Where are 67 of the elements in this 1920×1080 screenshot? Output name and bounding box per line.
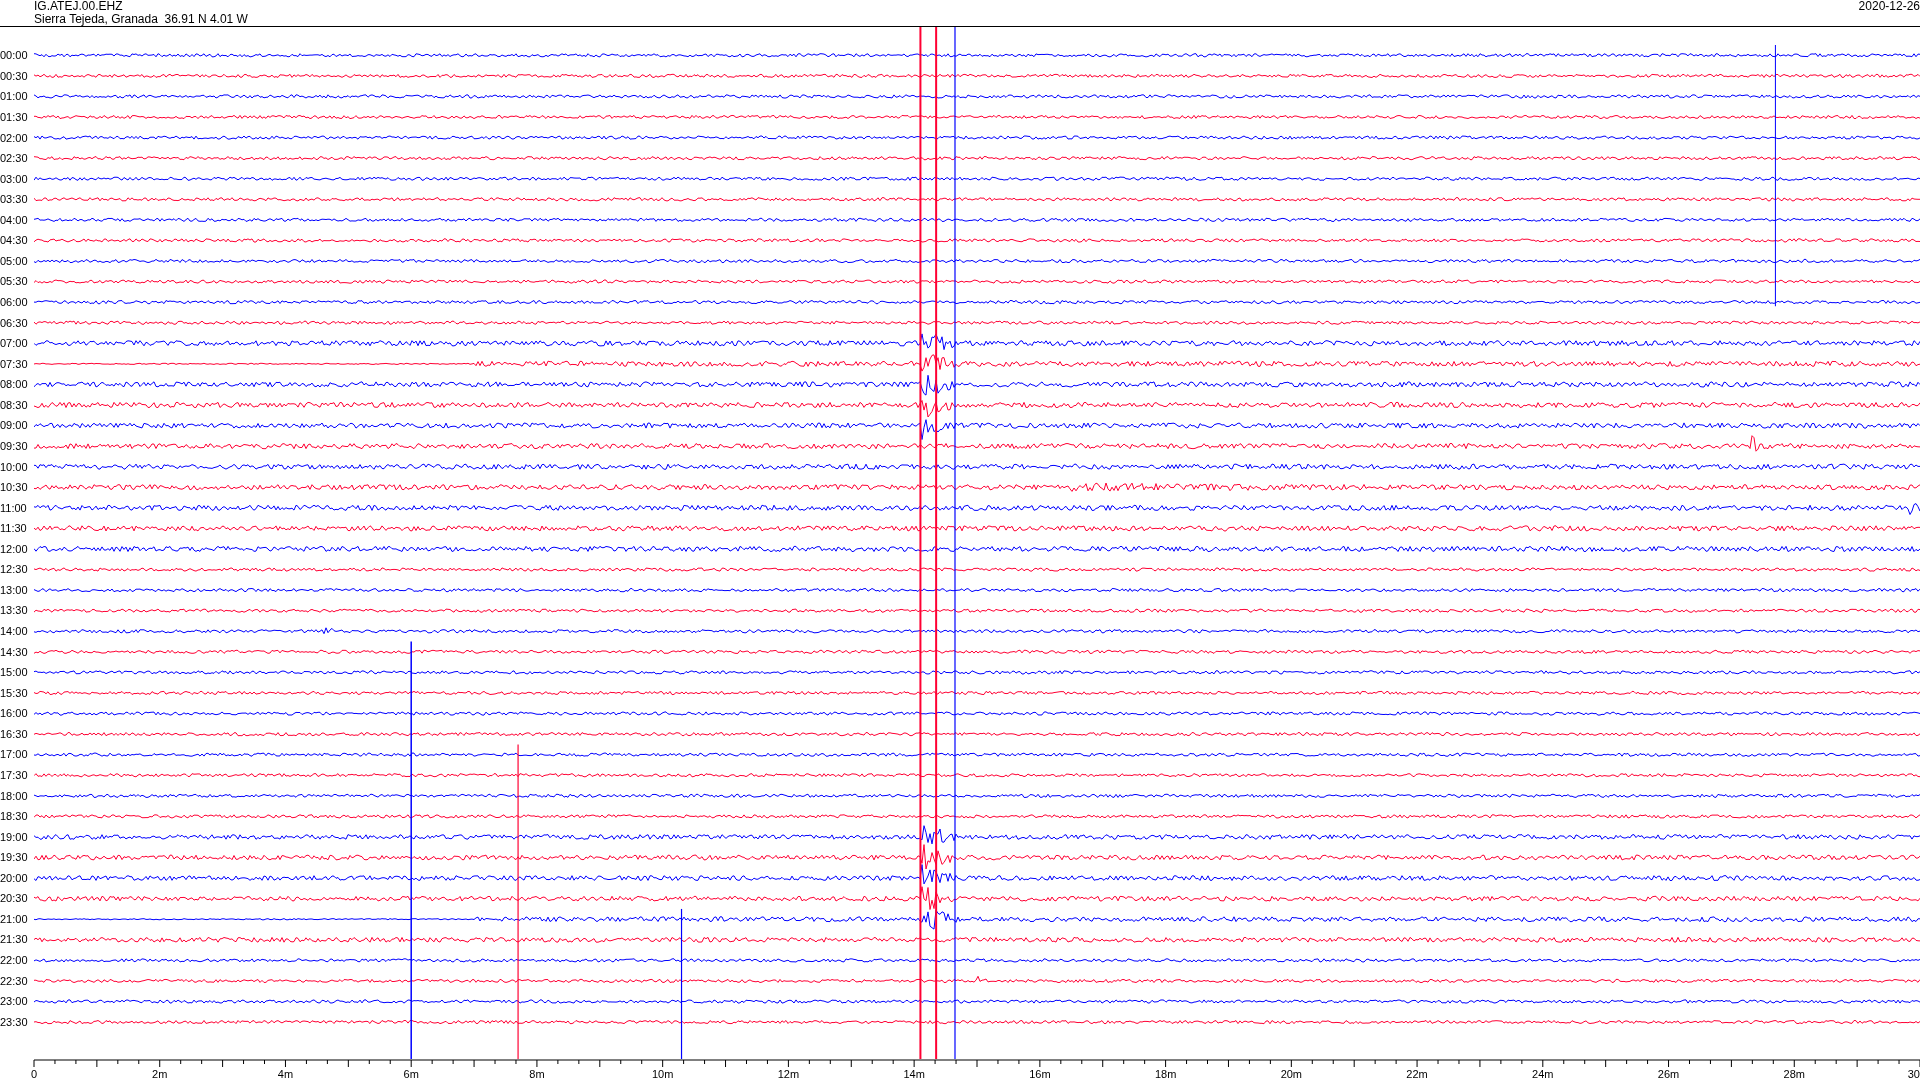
time-label: 02:00 (0, 131, 28, 144)
time-label: 12:30 (0, 563, 28, 576)
axis-tick-label: 12m (777, 1068, 800, 1080)
time-label: 23:30 (0, 1015, 28, 1028)
time-label: 01:30 (0, 110, 28, 123)
axis-tick-label: 16m (1029, 1068, 1051, 1080)
time-label: 10:30 (0, 481, 28, 494)
time-label: 06:00 (0, 296, 28, 309)
axis-tick-label: 28m (1783, 1068, 1805, 1080)
time-label: 07:00 (0, 337, 28, 350)
time-label: 12:00 (0, 542, 28, 555)
axis-tick-label: 26m (1657, 1068, 1680, 1080)
axis-tick-label: 24m (1532, 1068, 1554, 1080)
time-label: 19:00 (0, 830, 28, 843)
time-label: 17:30 (0, 768, 28, 781)
time-label: 11:30 (0, 522, 27, 535)
time-label: 14:30 (0, 645, 28, 658)
axis-tick-label: 20m (1280, 1068, 1303, 1080)
time-label: 09:30 (0, 439, 28, 452)
time-label: 20:30 (0, 892, 28, 905)
time-label: 13:30 (0, 604, 28, 617)
time-label: 22:30 (0, 974, 28, 987)
time-label: 03:30 (0, 193, 28, 206)
time-label: 21:30 (0, 933, 28, 946)
time-label: 18:30 (0, 810, 28, 823)
time-label: 06:30 (0, 316, 28, 329)
time-label: 04:00 (0, 213, 28, 226)
time-label: 08:00 (0, 378, 28, 391)
time-label: 08:30 (0, 398, 28, 411)
time-label: 20:00 (0, 871, 28, 884)
time-label: 00:30 (0, 69, 28, 82)
time-label: 04:30 (0, 234, 28, 247)
time-label: 15:30 (0, 686, 28, 699)
axis-tick-label: 2m (152, 1068, 168, 1080)
axis-tick-label: 8m (529, 1068, 545, 1080)
time-label: 17:00 (0, 748, 28, 761)
time-label: 05:00 (0, 254, 28, 267)
time-label: 16:00 (0, 707, 28, 720)
axis-tick-label: 0 (30, 1068, 38, 1080)
axis-tick-label: 18m (1154, 1068, 1177, 1080)
time-label: 02:30 (0, 152, 28, 165)
time-label: 19:30 (0, 851, 28, 864)
time-label: 01:00 (0, 90, 28, 103)
axis-tick-label: 22m (1406, 1068, 1428, 1080)
plot-date: 2020-12-26 (1858, 0, 1920, 13)
axis-tick-label: 30 (1907, 1068, 1920, 1080)
time-label: 23:00 (0, 995, 28, 1008)
station-code: IG.ATEJ.00.EHZ (34, 0, 124, 13)
time-label: 09:00 (0, 419, 28, 432)
station-location: Sierra Tejeda, Granada 36.91 N 4.01 W (34, 13, 248, 26)
time-label: 03:00 (0, 172, 28, 185)
axis-tick-label: 10m (651, 1068, 674, 1080)
time-label: 05:30 (0, 275, 28, 288)
time-label: 00:00 (0, 49, 28, 62)
time-label: 21:00 (0, 912, 28, 925)
axis-tick-label: 4m (277, 1068, 294, 1080)
axis-tick-label: 14m (903, 1068, 925, 1080)
time-label: 18:00 (0, 789, 28, 802)
time-label: 11:00 (0, 501, 27, 514)
time-label: 15:00 (0, 666, 28, 679)
time-label: 13:00 (0, 583, 28, 596)
time-label: 22:00 (0, 954, 28, 967)
time-label: 07:30 (0, 357, 28, 370)
axis-tick-label: 6m (403, 1068, 419, 1080)
time-label: 14:00 (0, 625, 28, 638)
time-label: 10:00 (0, 460, 28, 473)
time-label: 16:30 (0, 727, 28, 740)
